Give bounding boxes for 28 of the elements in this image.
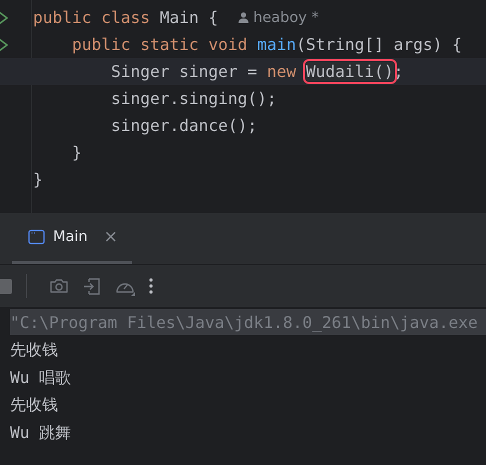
window-icon bbox=[28, 229, 45, 245]
code-text: (String[] args) { bbox=[296, 35, 462, 54]
stop-icon[interactable] bbox=[0, 278, 12, 294]
console-output: 先收钱 bbox=[9, 338, 59, 361]
code-text: ; bbox=[394, 62, 404, 81]
code-text: singer.dance(); bbox=[110, 116, 258, 135]
console-output: Wu 唱歌 bbox=[9, 366, 72, 389]
code-method: main bbox=[257, 35, 296, 54]
code-text: Main { bbox=[160, 8, 218, 27]
console-output: Wu 跳舞 bbox=[9, 422, 72, 444]
close-button[interactable]: × bbox=[104, 227, 118, 247]
code-text: Singer singer = bbox=[110, 62, 258, 81]
camera-icon[interactable] bbox=[49, 277, 69, 295]
console-output: 先收钱 bbox=[9, 394, 59, 416]
highlighted-code: Wudaili() bbox=[306, 62, 394, 81]
person-icon bbox=[238, 12, 250, 23]
code-keyword: public static void bbox=[70, 35, 248, 54]
code-keyword: public class bbox=[33, 8, 151, 27]
code-keyword: new bbox=[266, 62, 298, 81]
run-icon[interactable] bbox=[0, 10, 8, 24]
run-tab[interactable]: Main × bbox=[12, 213, 132, 264]
login-icon[interactable] bbox=[83, 276, 101, 296]
run-icon[interactable] bbox=[0, 38, 8, 52]
code-text: } bbox=[70, 143, 82, 162]
author-hint[interactable]: heaboy * bbox=[253, 10, 319, 26]
more-icon[interactable] bbox=[149, 277, 153, 295]
code-text: singer.singing(); bbox=[110, 89, 277, 108]
code-text: } bbox=[33, 170, 43, 189]
